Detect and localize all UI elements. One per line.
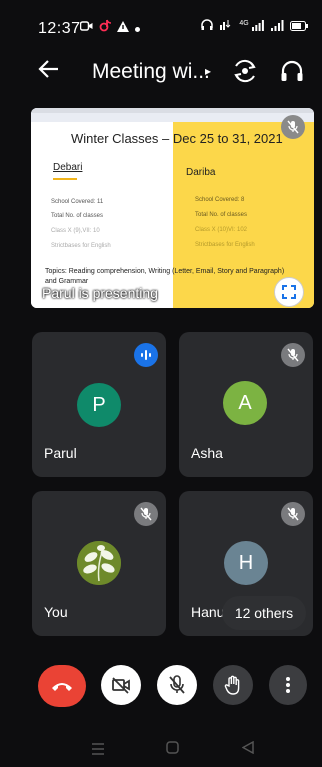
video-off-icon bbox=[112, 677, 130, 694]
mic-off-icon bbox=[169, 675, 185, 694]
tiktok-icon bbox=[99, 19, 112, 35]
meeting-top-bar: Meeting wi... ▸ bbox=[0, 46, 322, 96]
switch-camera-icon[interactable] bbox=[232, 58, 258, 84]
end-call-button[interactable] bbox=[38, 665, 86, 707]
signal-icon bbox=[270, 19, 284, 34]
meet-notification-icon bbox=[79, 20, 93, 35]
slide-left-item: Class X (9),VII: 10 bbox=[51, 228, 100, 234]
fullscreen-button[interactable] bbox=[274, 277, 304, 307]
back-arrow-icon[interactable] bbox=[38, 58, 60, 84]
phone-hangup-icon bbox=[52, 683, 72, 691]
participant-name: You bbox=[44, 604, 68, 620]
slide-toolbar bbox=[31, 108, 314, 122]
speaking-icon bbox=[134, 343, 158, 367]
status-bar: 12:37 4G bbox=[0, 0, 322, 38]
presenting-label: Parul is presenting bbox=[42, 285, 158, 301]
slide-right-item: Strictbases for English bbox=[195, 242, 255, 248]
plant-avatar-image bbox=[77, 541, 121, 585]
network-label: 4G bbox=[239, 19, 249, 27]
home-icon[interactable] bbox=[166, 741, 179, 759]
headphones-icon bbox=[201, 19, 214, 34]
mic-off-button[interactable] bbox=[157, 665, 197, 705]
heading-underline bbox=[53, 178, 77, 180]
participant-tile-you[interactable]: You bbox=[32, 491, 166, 636]
participant-name: Hanu bbox=[191, 604, 225, 620]
avatar bbox=[77, 541, 121, 585]
participant-name: Parul bbox=[44, 445, 77, 461]
back-icon[interactable] bbox=[241, 740, 254, 759]
camera-off-button[interactable] bbox=[101, 665, 141, 705]
slide-left-heading: Debari bbox=[53, 162, 83, 173]
slide-left-item: Strictbases for English bbox=[51, 243, 111, 249]
slide-left-item: School Covered: 11 bbox=[51, 199, 104, 205]
meeting-title[interactable]: Meeting wi... bbox=[92, 60, 210, 84]
slide-right-item: Class X (10)VI: 102 bbox=[195, 227, 248, 233]
avatar: H bbox=[224, 541, 268, 585]
slide-title: Winter Classes – Dec 25 to 31, 2021 bbox=[71, 131, 283, 146]
signal-4g-icon: 4G bbox=[239, 19, 264, 34]
mic-off-icon bbox=[281, 115, 305, 139]
clock: 12:37 bbox=[38, 20, 81, 37]
data-icon bbox=[219, 19, 233, 34]
slide-right-item: Total No. of classes bbox=[195, 212, 248, 218]
dot-icon bbox=[135, 20, 140, 35]
avatar: P bbox=[77, 383, 121, 427]
battery-icon bbox=[290, 20, 308, 34]
fullscreen-icon bbox=[282, 285, 296, 299]
notification-icons bbox=[79, 19, 140, 35]
raise-hand-button[interactable] bbox=[213, 665, 253, 705]
avatar: A bbox=[223, 381, 267, 425]
slide-topics: Topics: Reading comprehension, Writing (… bbox=[45, 268, 285, 285]
system-icons: 4G bbox=[201, 19, 308, 34]
slide-right-heading: Dariba bbox=[186, 167, 216, 178]
mic-off-icon bbox=[134, 502, 158, 526]
more-options-button[interactable] bbox=[269, 665, 307, 705]
system-nav-bar bbox=[0, 728, 322, 767]
title-chevron-icon[interactable]: ▸ bbox=[205, 64, 211, 78]
slide-left-item: Total No. of classes bbox=[51, 213, 104, 219]
screen-share-view[interactable]: Winter Classes – Dec 25 to 31, 2021 Deba… bbox=[31, 108, 314, 308]
mic-off-icon bbox=[281, 502, 305, 526]
slide-right-item: School Covered: 8 bbox=[195, 197, 245, 203]
audio-output-icon[interactable] bbox=[279, 58, 305, 84]
more-vertical-icon bbox=[286, 677, 290, 693]
recents-icon[interactable] bbox=[91, 742, 105, 760]
participant-name: Asha bbox=[191, 445, 223, 461]
mic-off-icon bbox=[281, 343, 305, 367]
warning-icon bbox=[117, 20, 129, 35]
participant-tile-asha[interactable]: A Asha bbox=[179, 332, 313, 477]
hand-icon bbox=[224, 675, 240, 695]
participant-tile-parul[interactable]: P Parul bbox=[32, 332, 166, 477]
others-count-chip[interactable]: 12 others bbox=[222, 596, 306, 630]
